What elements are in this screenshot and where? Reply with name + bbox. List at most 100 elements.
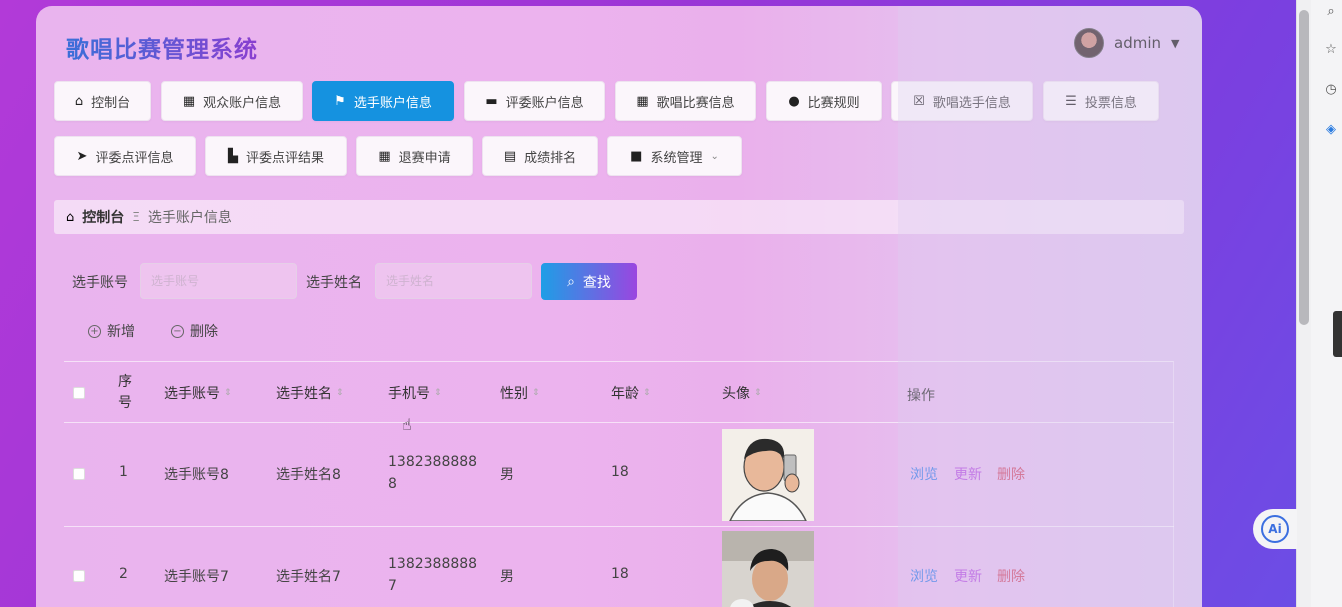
header-phone[interactable]: 手机号 ⇕ — [388, 383, 442, 403]
sort-icon[interactable]: ⇕ — [643, 389, 651, 398]
header-gender-label: 性别 — [500, 386, 528, 402]
nav-judge-accounts[interactable]: ▬ 评委账户信息 — [464, 81, 605, 121]
cell-account: 选手账号8 — [164, 467, 229, 483]
side-collapse-tab[interactable] — [1333, 311, 1342, 357]
header-name[interactable]: 选手姓名 ⇕ — [276, 383, 344, 403]
account-label: 选手账号 — [72, 275, 128, 291]
page-scrollbar[interactable] — [1297, 0, 1311, 607]
breadcrumb-separator: Ξ — [132, 210, 140, 224]
add-button[interactable]: + 新增 — [88, 321, 135, 341]
header-avatar-label: 头像 — [722, 386, 750, 402]
sort-icon[interactable]: ⇕ — [754, 389, 762, 398]
search-icon[interactable]: ⌕ — [1323, 4, 1339, 20]
delete-link[interactable]: 删除 — [997, 566, 1025, 586]
extension-icon[interactable]: ◈ — [1323, 122, 1339, 138]
home-icon: ⌂ — [74, 93, 84, 109]
nav-contestant-accounts[interactable]: ⚑ 选手账户信息 — [312, 81, 454, 121]
nav-label: 成绩排名 — [524, 150, 577, 166]
cell-index: 1 — [119, 464, 128, 480]
cell-age: 18 — [611, 566, 629, 582]
header-gender[interactable]: 性别 ⇕ — [500, 383, 540, 403]
row-checkbox[interactable] — [73, 570, 85, 582]
paper-plane-icon: ➤ — [76, 148, 88, 164]
header-age[interactable]: 年龄 ⇕ — [611, 383, 651, 403]
cell-gender: 男 — [500, 569, 514, 585]
nav-label: 选手账户信息 — [353, 95, 432, 111]
minus-circle-icon: − — [171, 324, 184, 338]
star-icon[interactable]: ☆ — [1323, 42, 1339, 58]
sort-icon[interactable]: ⇕ — [434, 389, 442, 398]
row-divider — [64, 422, 1174, 423]
header-index: 序号 — [118, 374, 132, 411]
history-icon[interactable]: ◷ — [1323, 82, 1339, 98]
header-account-label: 选手账号 — [164, 386, 220, 402]
row-checkbox[interactable] — [73, 468, 85, 480]
breadcrumb-current: 选手账户信息 — [147, 210, 232, 226]
grid-icon: ▦ — [636, 93, 649, 109]
nav-judge-results[interactable]: ▙ 评委点评结果 — [205, 136, 347, 176]
scrollbar-thumb[interactable] — [1299, 10, 1309, 325]
clipboard-icon: ▤ — [503, 148, 517, 164]
clipboard-x-icon: ☒ — [913, 93, 925, 109]
home-icon: ⌂ — [66, 209, 75, 225]
row-divider — [64, 526, 1174, 527]
view-link[interactable]: 浏览 — [910, 464, 938, 484]
main-panel: 歌唱比赛管理系统 admin ▼ ⌂ 控制台 ▦ 观众账户信息 ⚑ 选手账户信息… — [36, 6, 1202, 607]
user-menu[interactable]: admin ▼ — [1074, 28, 1179, 58]
view-link[interactable]: 浏览 — [910, 566, 938, 586]
name-label: 选手姓名 — [306, 275, 362, 291]
nav-label: 退赛申请 — [398, 150, 451, 166]
cell-gender: 男 — [500, 467, 514, 483]
nav-rankings[interactable]: ▤ 成绩排名 — [482, 136, 598, 176]
nav-rules[interactable]: ● 比赛规则 — [766, 81, 882, 121]
sort-icon[interactable]: ⇕ — [336, 389, 344, 398]
header-account[interactable]: 选手账号 ⇕ — [164, 383, 232, 403]
header-name-label: 选手姓名 — [276, 386, 332, 402]
nav-system-management[interactable]: ■ 系统管理 ⌄ — [607, 136, 742, 176]
nav-competition-info[interactable]: ▦ 歌唱比赛信息 — [615, 81, 756, 121]
header-avatar[interactable]: 头像 ⇕ — [722, 383, 762, 403]
name-search-input[interactable] — [375, 263, 532, 299]
browser-side-panel: ⌕ ☆ ◷ ◈ — [1296, 0, 1342, 607]
cell-phone-line2: 7 — [388, 578, 397, 594]
cell-account: 选手账号7 — [164, 569, 229, 585]
sliders-icon: ☰ — [1065, 93, 1077, 109]
cell-phone-line1: 1382388888 — [388, 454, 478, 470]
briefcase-icon: ▬ — [485, 93, 498, 109]
header-ops: 操作 — [907, 388, 935, 404]
ai-icon: Ai — [1261, 515, 1289, 543]
delete-button[interactable]: − 删除 — [171, 321, 218, 341]
nav-votes[interactable]: ☰ 投票信息 — [1043, 81, 1159, 121]
search-icon: ⌕ — [567, 273, 575, 289]
contestant-photo[interactable] — [722, 429, 814, 521]
breadcrumb-home[interactable]: 控制台 — [82, 207, 124, 227]
nav-audience-accounts[interactable]: ▦ 观众账户信息 — [161, 81, 303, 121]
search-button-label: 查找 — [582, 273, 611, 290]
edit-link[interactable]: 更新 — [954, 566, 982, 586]
sort-icon[interactable]: ⇕ — [532, 389, 540, 398]
contestant-photo[interactable] — [722, 531, 814, 607]
add-label: 新增 — [107, 324, 135, 340]
delete-link[interactable]: 删除 — [997, 464, 1025, 484]
mouse-cursor-icon: ☝ — [402, 415, 412, 434]
sort-icon[interactable]: ⇕ — [224, 389, 232, 398]
nav-singer-info[interactable]: ☒ 歌唱选手信息 — [891, 81, 1033, 121]
ai-assistant-button[interactable]: Ai — [1253, 509, 1297, 549]
chevron-down-icon: ⌄ — [710, 150, 719, 162]
nav-judge-comments[interactable]: ➤ 评委点评信息 — [54, 136, 196, 176]
avatar — [1074, 28, 1104, 58]
edit-link[interactable]: 更新 — [954, 464, 982, 484]
thumbs-up-icon: ▙ — [227, 148, 238, 164]
cell-name: 选手姓名8 — [276, 467, 341, 483]
nav-withdraw-requests[interactable]: ▦ 退赛申请 — [356, 136, 473, 176]
nav-dashboard[interactable]: ⌂ 控制台 — [54, 81, 151, 121]
search-button[interactable]: ⌕ 查找 — [541, 263, 637, 300]
nav-label: 评委账户信息 — [505, 95, 584, 111]
account-search-input[interactable] — [140, 263, 297, 299]
nav-label: 评委点评信息 — [95, 150, 174, 166]
select-all-checkbox[interactable] — [73, 387, 85, 399]
header-phone-label: 手机号 — [388, 386, 430, 402]
nav-label: 控制台 — [91, 95, 131, 111]
cell-index: 2 — [119, 566, 128, 582]
nav-label: 歌唱选手信息 — [932, 95, 1011, 111]
